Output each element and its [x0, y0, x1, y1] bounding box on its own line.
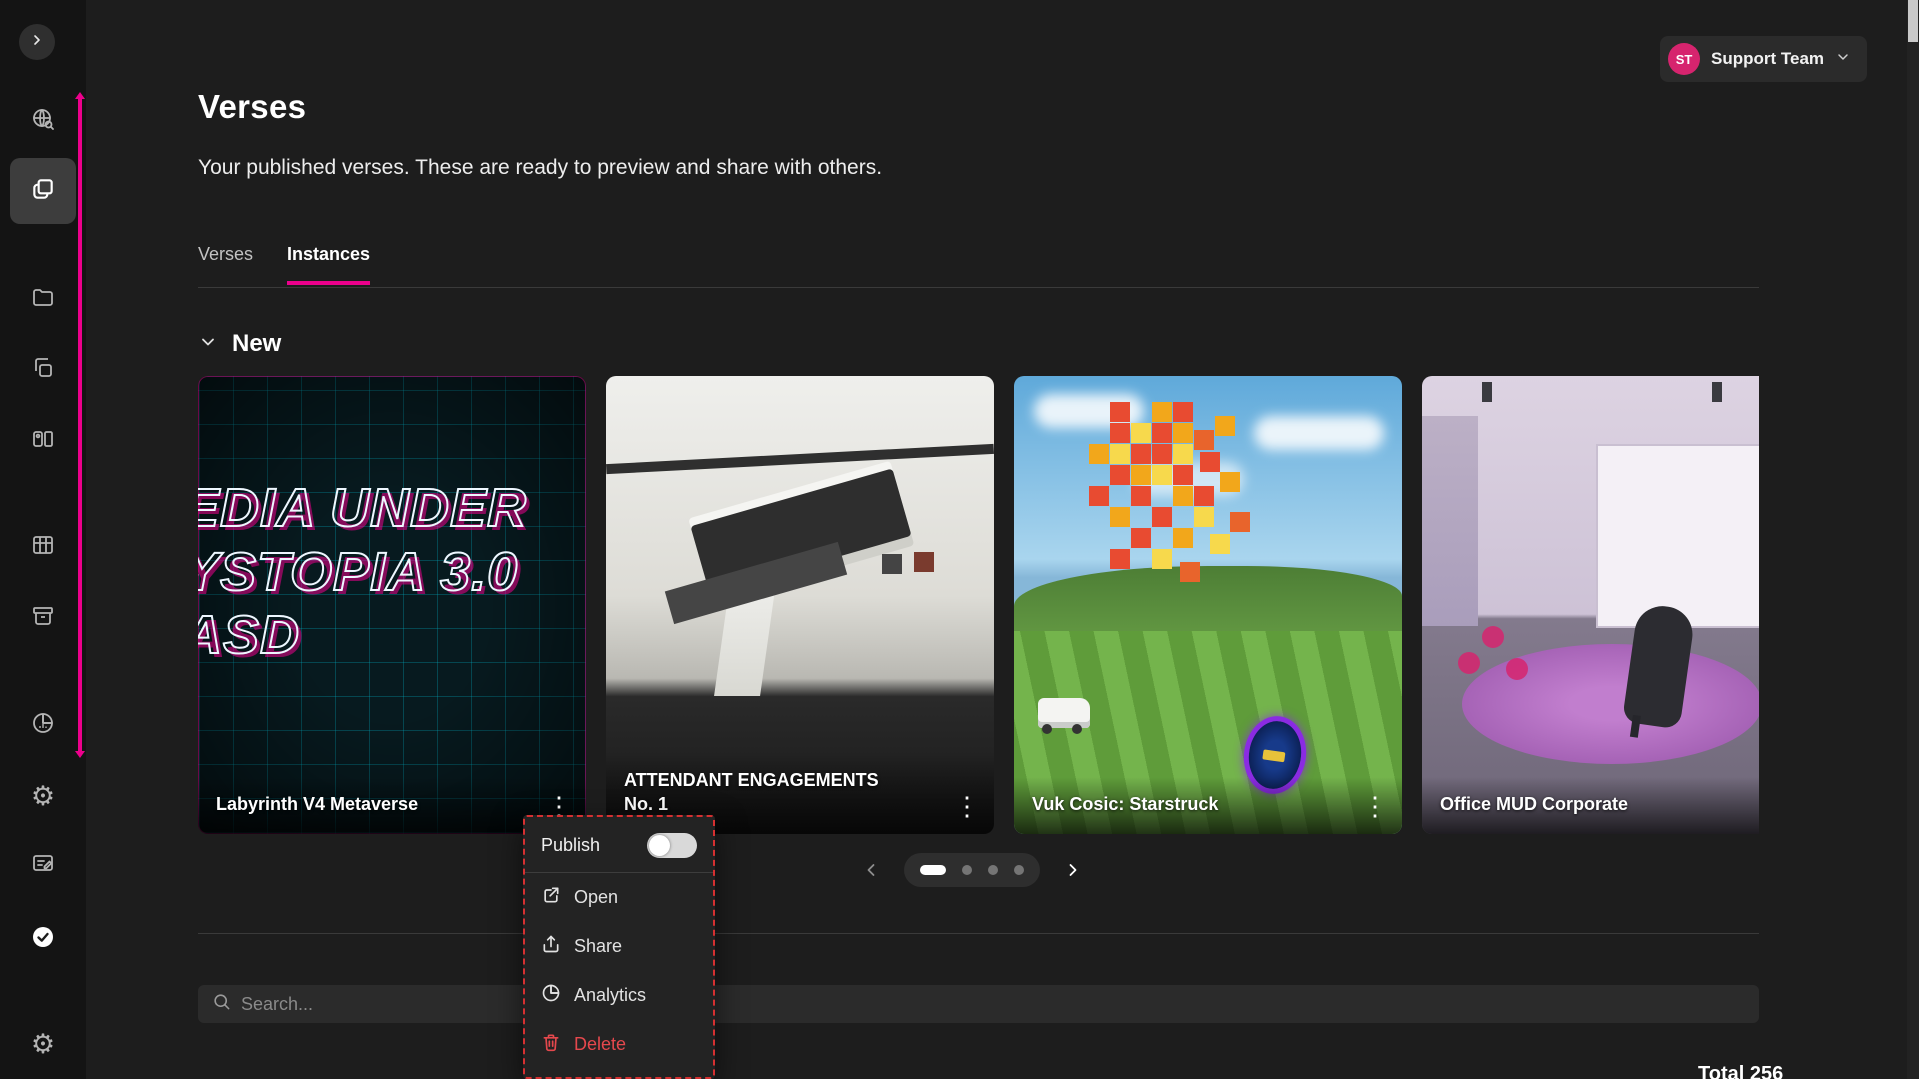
sidebar-scroll-indicator[interactable]	[78, 96, 82, 754]
menu-label: Open	[574, 887, 618, 908]
scrollbar-thumb[interactable]	[1908, 0, 1918, 42]
menu-label: Delete	[574, 1034, 626, 1055]
kebab-menu-icon[interactable]: ⋮	[954, 796, 976, 816]
card-thumbnail	[1014, 376, 1402, 834]
card-context-menu: Publish Open Share Analytics Del	[523, 815, 715, 1079]
tab-verses[interactable]: Verses	[198, 244, 253, 285]
sidebar-item-analytics[interactable]	[21, 703, 65, 747]
chevron-right-icon	[29, 32, 45, 53]
form-edit-icon	[31, 851, 55, 880]
pagination-prev-icon[interactable]	[856, 852, 886, 888]
menu-item-publish[interactable]: Publish	[525, 821, 713, 872]
share-icon	[541, 934, 561, 959]
pie-chart-icon	[541, 983, 561, 1008]
copy-icon	[31, 356, 55, 385]
card-title: Office MUD Corporate	[1440, 793, 1628, 816]
toggle-knob	[649, 835, 670, 856]
app-root: ⚙ ⚙ ST Support Team Verses Your publishe…	[0, 0, 1919, 1079]
tab-instances[interactable]: Instances	[287, 244, 370, 285]
section-header-new[interactable]: New	[198, 330, 281, 358]
sidebar-item-settings[interactable]: ⚙	[21, 774, 65, 818]
section-title: New	[232, 330, 281, 358]
calendar-grid-icon	[31, 533, 55, 562]
card-title: Vuk Cosic: Starstruck	[1032, 793, 1218, 816]
verse-card[interactable]: ATTENDANT ENGAGEMENTS No. 1 ⋮	[606, 376, 994, 834]
tabs-divider	[198, 287, 1759, 288]
open-external-icon	[541, 885, 561, 910]
sidebar-item-calendar[interactable]	[21, 525, 65, 569]
verses-stack-icon	[30, 176, 56, 207]
card-title: ATTENDANT ENGAGEMENTS No. 1	[624, 769, 913, 816]
page-dot-4[interactable]	[1014, 865, 1024, 875]
menu-item-analytics[interactable]: Analytics	[525, 971, 713, 1020]
pagination-dots	[904, 853, 1040, 887]
menu-item-delete[interactable]: Delete	[525, 1020, 713, 1069]
search-icon	[212, 992, 231, 1016]
sidebar-item-explore[interactable]	[21, 99, 65, 143]
verse-card[interactable]: Vuk Cosic: Starstruck ⋮	[1014, 376, 1402, 834]
pie-chart-icon	[31, 711, 55, 740]
globe-search-icon	[31, 107, 55, 136]
sidebar-expand-button[interactable]	[19, 24, 55, 60]
chevron-down-icon	[1835, 49, 1851, 70]
sidebar-item-copies[interactable]	[21, 348, 65, 392]
sidebar-item-layouts[interactable]	[21, 419, 65, 463]
trash-icon	[541, 1032, 561, 1057]
section-divider	[198, 933, 1759, 934]
card-caption: Vuk Cosic: Starstruck ⋮	[1014, 777, 1402, 834]
sidebar-item-settings-bottom[interactable]: ⚙	[21, 1022, 65, 1066]
sidebar-item-verses[interactable]	[10, 158, 76, 224]
total-count: Total 256	[1698, 1063, 1783, 1079]
publish-label: Publish	[541, 835, 600, 856]
pagination-next-icon[interactable]	[1058, 852, 1088, 888]
window-scrollbar[interactable]	[1907, 0, 1919, 1079]
chevron-down-icon	[198, 332, 218, 357]
gear-icon: ⚙	[31, 1031, 55, 1058]
search-input[interactable]	[241, 994, 1745, 1015]
check-circle-icon	[31, 925, 55, 954]
menu-label: Analytics	[574, 985, 646, 1006]
card-art-text: EDIA UNDER YSTOPIA 3.0 ASD	[198, 477, 586, 668]
kebab-menu-icon[interactable]: ⋮	[546, 796, 568, 816]
sidebar-item-archive[interactable]	[21, 596, 65, 640]
menu-item-open[interactable]: Open	[525, 873, 713, 922]
user-name: Support Team	[1711, 49, 1824, 69]
page-dot-1[interactable]	[920, 865, 946, 875]
carousel-pagination	[856, 852, 1088, 888]
page-dot-3[interactable]	[988, 865, 998, 875]
card-title: Labyrinth V4 Metaverse	[216, 793, 418, 816]
menu-item-share[interactable]: Share	[525, 922, 713, 971]
tab-bar: Verses Instances	[198, 244, 370, 285]
sidebar-item-forms[interactable]	[21, 843, 65, 887]
publish-toggle[interactable]	[647, 833, 697, 858]
verse-card[interactable]: EDIA UNDER YSTOPIA 3.0 ASD Labyrinth V4 …	[198, 376, 586, 834]
page-dot-2[interactable]	[962, 865, 972, 875]
menu-label: Share	[574, 936, 622, 957]
card-thumbnail	[1422, 376, 1759, 834]
gear-icon: ⚙	[31, 783, 55, 810]
card-thumbnail: EDIA UNDER YSTOPIA 3.0 ASD	[198, 376, 586, 834]
archive-box-icon	[31, 604, 55, 633]
folder-icon	[31, 285, 55, 314]
sidebar-item-approvals[interactable]	[21, 917, 65, 961]
sidebar-item-projects[interactable]	[21, 277, 65, 321]
page-title: Verses	[198, 88, 306, 126]
card-caption: Office MUD Corporate ⋮	[1422, 777, 1759, 834]
verse-card[interactable]: Office MUD Corporate ⋮	[1422, 376, 1759, 834]
kebab-menu-icon[interactable]: ⋮	[1362, 796, 1384, 816]
user-menu[interactable]: ST Support Team	[1660, 36, 1867, 82]
page-subtitle: Your published verses. These are ready t…	[198, 156, 882, 180]
layout-panel-icon	[31, 427, 55, 456]
cards-carousel: EDIA UNDER YSTOPIA 3.0 ASD Labyrinth V4 …	[198, 376, 1759, 834]
avatar: ST	[1668, 43, 1700, 75]
sidebar: ⚙ ⚙	[0, 0, 86, 1079]
search-bar	[198, 985, 1759, 1023]
